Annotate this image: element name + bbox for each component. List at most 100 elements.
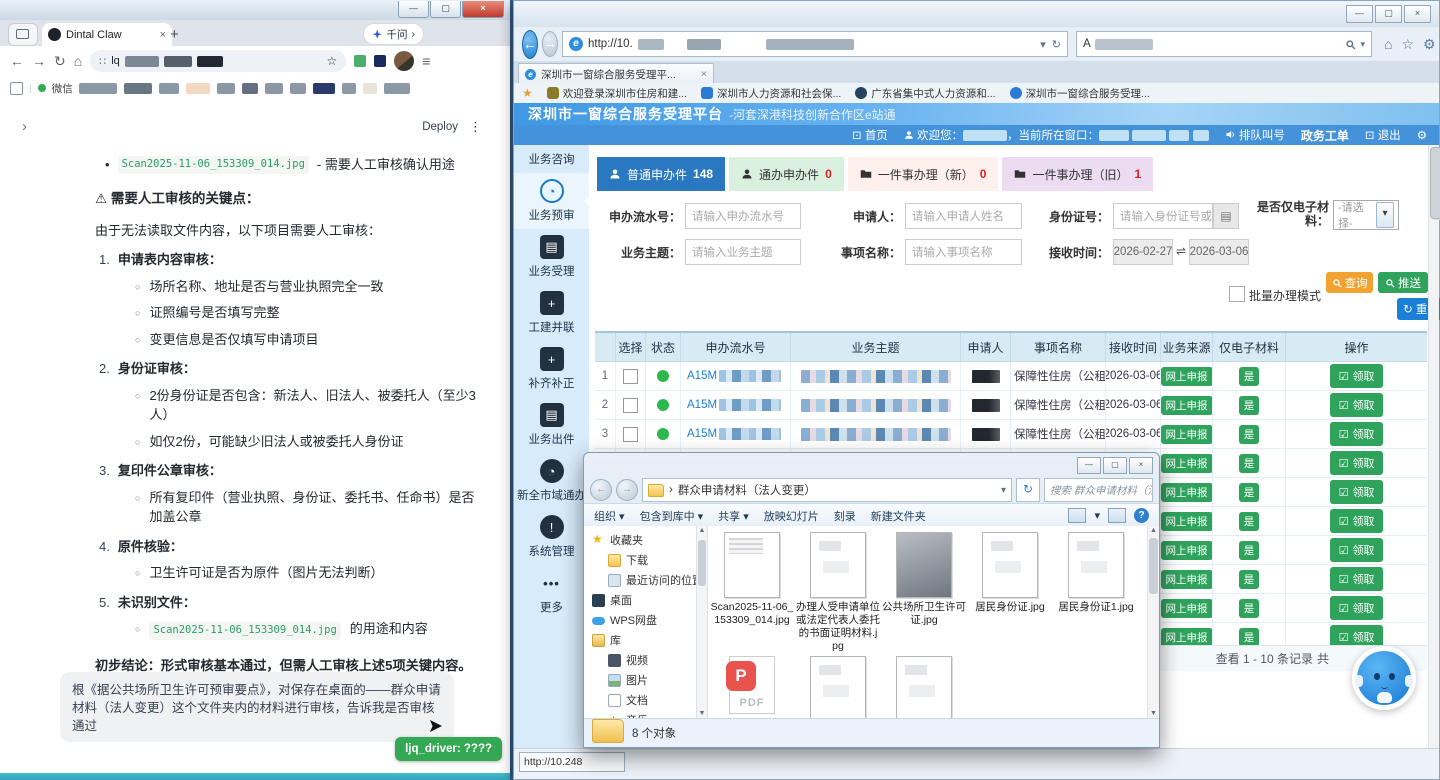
- toolbar-刻录[interactable]: 刻录: [834, 508, 856, 524]
- date-to-input[interactable]: 2026-03-06: [1189, 239, 1249, 265]
- menu-icon[interactable]: ≡: [422, 53, 430, 69]
- maximize-button[interactable]: ▢: [430, 1, 461, 18]
- toolbar-包含到库中[interactable]: 包含到库中 ▾: [640, 508, 704, 524]
- column-header[interactable]: 接收时间: [1106, 333, 1161, 361]
- sidebar-item-系统管理[interactable]: !系统管理: [514, 509, 589, 565]
- query-button[interactable]: 查询: [1326, 272, 1373, 293]
- toolbar-放映幻灯片[interactable]: 放映幻灯片: [764, 508, 819, 524]
- help-icon[interactable]: ?: [1134, 508, 1149, 523]
- close-button[interactable]: ×: [462, 1, 504, 18]
- browser-tab[interactable]: e 深圳市一窗综合服务受理平... ×: [518, 63, 714, 84]
- file-item[interactable]: PPDF: [710, 656, 794, 714]
- electronic-only-select[interactable]: -请选择- ▾: [1333, 200, 1399, 230]
- sidebar-item-补齐补正[interactable]: +补齐补正: [514, 341, 589, 397]
- explorer-item-音乐[interactable]: 音乐: [584, 710, 696, 718]
- sidebar-item-更多[interactable]: •••更多: [514, 565, 589, 621]
- qianwen-button[interactable]: 千问 ›: [363, 23, 424, 45]
- back-icon[interactable]: ←: [590, 479, 612, 501]
- address-bar[interactable]: ∷ lq ☆: [90, 50, 346, 72]
- table-row[interactable]: 1A15M保障性住房（公租）轮候申2026-03-06网上申报是☑领取: [595, 362, 1427, 391]
- applicant-input[interactable]: 请输入申请人姓名: [905, 203, 1022, 229]
- explorer-item-下载[interactable]: 下载: [584, 550, 696, 570]
- serial-link[interactable]: A15M: [681, 362, 791, 390]
- back-icon[interactable]: ←: [522, 30, 538, 59]
- gear-icon[interactable]: ⚙: [1423, 36, 1436, 53]
- extensions-grid-icon[interactable]: ∷: [99, 55, 106, 68]
- table-row[interactable]: 2A15M保障性住房（公租）轮候申2026-03-06网上申报是☑领取: [595, 391, 1427, 420]
- sidebar-scrollbar[interactable]: ▲ ▼: [696, 526, 708, 718]
- sidebar-item-业务受理[interactable]: ▤业务受理: [514, 229, 589, 285]
- search-icon[interactable]: [1345, 39, 1356, 50]
- column-header[interactable]: 业务来源: [1161, 333, 1213, 361]
- minimize-button[interactable]: —: [1346, 5, 1373, 23]
- explorer-item-图片[interactable]: 图片: [584, 670, 696, 690]
- refresh-icon[interactable]: ↻: [1052, 38, 1061, 51]
- idcard-input[interactable]: 请输入身份证号或点击按钮: [1113, 203, 1213, 229]
- logout-link[interactable]: ⊡ 退出: [1365, 127, 1401, 143]
- table-row[interactable]: 3A15M保障性住房（公租）轮候申2026-03-06网上申报是☑领取: [595, 420, 1427, 449]
- column-header[interactable]: 选择: [616, 333, 646, 361]
- chevron-down-icon[interactable]: ▾: [1094, 509, 1100, 522]
- column-header[interactable]: 操作: [1286, 333, 1427, 361]
- reload-icon[interactable]: ↻: [54, 53, 66, 70]
- explorer-item-视频[interactable]: 视频: [584, 650, 696, 670]
- tab-一件事办理（新）[interactable]: 一件事办理（新）0: [848, 157, 999, 191]
- sidebar-item-新全市域通办[interactable]: ◔新全市域通办: [514, 453, 589, 509]
- close-button[interactable]: ×: [1404, 5, 1431, 23]
- matter-input[interactable]: 请输入事项名称: [905, 239, 1022, 265]
- explorer-item-WPS网盘[interactable]: WPS网盘: [584, 610, 696, 630]
- claim-button[interactable]: ☑领取: [1330, 422, 1384, 446]
- maximize-button[interactable]: ▢: [1375, 5, 1402, 23]
- column-header[interactable]: 仅电子材料: [1213, 333, 1286, 361]
- file-item[interactable]: [796, 656, 880, 718]
- column-header[interactable]: 申请人: [961, 333, 1011, 361]
- sidebar-item-业务出件[interactable]: ▤业务出件: [514, 397, 589, 453]
- bookmark-wechat[interactable]: 微信: [52, 81, 73, 96]
- favorites-icon[interactable]: ★: [522, 86, 533, 100]
- home-icon[interactable]: ⌂: [1384, 36, 1392, 53]
- tab-close-icon[interactable]: ×: [701, 68, 707, 80]
- more-menu-icon[interactable]: ⋮: [469, 119, 482, 135]
- date-from-input[interactable]: 2026-02-27: [1113, 239, 1173, 265]
- column-header[interactable]: 业务主题: [791, 333, 961, 361]
- assistant-robot[interactable]: [1352, 646, 1416, 710]
- explorer-item-库[interactable]: 库: [584, 630, 696, 650]
- ie-titlebar[interactable]: — ▢ ×: [514, 1, 1439, 27]
- claim-button[interactable]: ☑领取: [1330, 451, 1384, 475]
- search-box[interactable]: A ▾: [1076, 31, 1372, 57]
- claim-button[interactable]: ☑领取: [1330, 538, 1384, 562]
- page-scrollbar[interactable]: [1428, 145, 1439, 749]
- bookmark-star-icon[interactable]: ☆: [326, 54, 337, 68]
- tab-一件事办理（旧）[interactable]: 一件事办理（旧）1: [1002, 157, 1153, 191]
- claim-button[interactable]: ☑领取: [1330, 596, 1384, 620]
- change-view-icon[interactable]: [1068, 508, 1086, 523]
- profile-badge-green[interactable]: [354, 55, 366, 67]
- forward-icon[interactable]: →: [616, 479, 638, 501]
- send-icon[interactable]: [428, 718, 444, 734]
- tab-普通申办件[interactable]: 普通申办件148: [597, 157, 725, 191]
- file-item[interactable]: 居民身份证1.jpg: [1054, 532, 1138, 614]
- gear-icon[interactable]: ⚙: [1417, 128, 1427, 142]
- serial-input[interactable]: 请输入申办流水号: [685, 203, 801, 229]
- file-item[interactable]: Scan2025-11-06_153309_014.jpg: [710, 532, 794, 627]
- claim-button[interactable]: ☑领取: [1330, 364, 1384, 388]
- tab-search-icon[interactable]: [8, 23, 38, 46]
- column-header[interactable]: 状态: [646, 333, 681, 361]
- address-bar[interactable]: e http://10. ▾ ↻: [562, 31, 1068, 57]
- deploy-button[interactable]: Deploy: [422, 121, 458, 133]
- home-link[interactable]: ⊡ 首页: [852, 127, 888, 143]
- explorer-search-box[interactable]: 搜索 群众申请材料（法人变更）: [1044, 478, 1153, 502]
- chat-input[interactable]: 根《据公共场所卫生许可预审要点》，对保存在桌面的——群众申请材料（法人变更）这个…: [60, 672, 454, 742]
- batch-mode-checkbox[interactable]: [1229, 286, 1245, 302]
- sidebar-item-业务预审[interactable]: ◔业务预审: [514, 173, 589, 229]
- row-checkbox[interactable]: [623, 369, 638, 384]
- maximize-button[interactable]: ▢: [1103, 457, 1127, 474]
- row-checkbox[interactable]: [623, 427, 638, 442]
- column-header[interactable]: 事项名称: [1011, 333, 1106, 361]
- new-tab-button[interactable]: +: [170, 26, 179, 43]
- explorer-item-桌面[interactable]: 桌面: [584, 590, 696, 610]
- home-icon[interactable]: ⌂: [74, 53, 82, 69]
- toolbar-新建文件夹[interactable]: 新建文件夹: [871, 508, 926, 524]
- favorites-star-icon[interactable]: ☆: [1401, 36, 1414, 53]
- favorite-link[interactable]: 深圳市一窗综合服务受理...: [1010, 86, 1150, 101]
